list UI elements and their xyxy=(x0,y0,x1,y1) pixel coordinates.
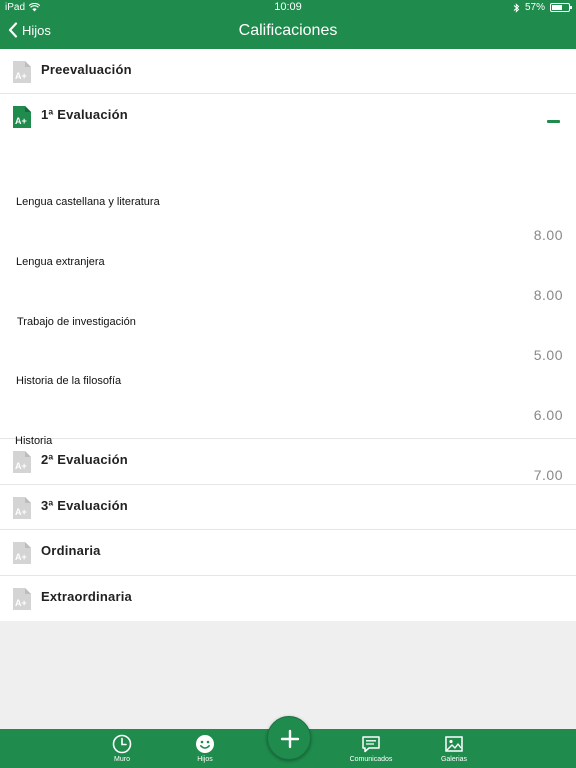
battery-percent: 57% xyxy=(524,2,545,13)
section-label: 3ª Evaluación xyxy=(41,498,128,513)
grade-value: 8.00 xyxy=(533,287,563,303)
subject-name: Trabajo de investigación xyxy=(17,316,136,328)
subject-name: Lengua extranjera xyxy=(16,256,105,268)
section-header[interactable]: A+ Extraordinaria xyxy=(0,576,576,621)
svg-text:A+: A+ xyxy=(15,507,27,517)
section-ordinaria: A+ Ordinaria xyxy=(0,530,576,576)
section-header[interactable]: A+ 2ª Evaluación xyxy=(0,439,576,484)
tab-muro[interactable]: Muro xyxy=(92,729,152,768)
grade-document-icon: A+ xyxy=(13,106,31,128)
grade-document-icon: A+ xyxy=(13,588,31,610)
plus-icon xyxy=(280,729,300,749)
section-label: Extraordinaria xyxy=(41,589,132,604)
subject-name: Lengua castellana y literatura xyxy=(16,196,160,208)
clock-icon xyxy=(112,734,132,754)
grade-document-icon: A+ xyxy=(13,61,31,83)
tab-label: Galerias xyxy=(440,756,468,763)
svg-text:A+: A+ xyxy=(15,598,27,608)
svg-text:A+: A+ xyxy=(15,552,27,562)
grade-document-icon: A+ xyxy=(13,497,31,519)
subject-name: Historia de la filosofía xyxy=(16,375,122,387)
tab-galerias[interactable]: Galerias xyxy=(424,729,484,768)
nav-bar: Hijos Calificaciones xyxy=(0,16,576,49)
status-bar: iPad 10:09 57% xyxy=(0,0,576,16)
grade-document-icon: A+ xyxy=(13,542,31,564)
tab-label: Comunicados xyxy=(349,756,393,763)
svg-text:A+: A+ xyxy=(15,461,27,471)
chat-icon xyxy=(362,736,380,753)
section-header[interactable]: A+ 3ª Evaluación xyxy=(0,485,576,530)
section-3-evaluacion: A+ 3ª Evaluación xyxy=(0,485,576,530)
tab-label: Muro xyxy=(114,756,130,763)
image-icon xyxy=(445,736,463,752)
section-label: 2ª Evaluación xyxy=(41,452,128,467)
battery-icon xyxy=(550,3,572,12)
section-1-evaluacion: A+ 1ª Evaluación Lengua castellana y lit… xyxy=(0,94,576,483)
grade-value: 8.00 xyxy=(533,227,563,243)
svg-text:A+: A+ xyxy=(15,116,27,126)
section-label: Ordinaria xyxy=(41,543,101,558)
section-preevaluacion: A+ Preevaluación xyxy=(0,49,576,94)
add-button[interactable] xyxy=(267,716,311,760)
collapse-icon[interactable] xyxy=(547,120,560,123)
bluetooth-icon xyxy=(513,2,520,13)
grade-value: 5.00 xyxy=(533,347,563,363)
section-label: 1ª Evaluación xyxy=(41,107,128,122)
grade-document-icon: A+ xyxy=(13,451,31,473)
tab-comunicados[interactable]: Comunicados xyxy=(341,729,401,768)
smiley-icon xyxy=(196,735,214,753)
section-label: Preevaluación xyxy=(41,62,132,77)
section-extraordinaria: A+ Extraordinaria xyxy=(0,576,576,621)
section-header[interactable]: A+ Preevaluación xyxy=(0,49,576,94)
clock: 10:09 xyxy=(274,1,302,13)
page-title: Calificaciones xyxy=(238,22,338,39)
grades-list: A+ Preevaluación A+ 1ª Evaluación Lengua… xyxy=(0,49,576,621)
section-header[interactable]: A+ Ordinaria xyxy=(0,530,576,575)
section-2-evaluacion: A+ 2ª Evaluación xyxy=(0,439,576,485)
tab-label: Hijos xyxy=(197,756,213,763)
grade-value: 6.00 xyxy=(533,407,563,423)
svg-text:A+: A+ xyxy=(15,71,27,81)
tab-hijos[interactable]: Hijos xyxy=(175,729,235,768)
section-header[interactable]: A+ 1ª Evaluación xyxy=(0,94,576,139)
